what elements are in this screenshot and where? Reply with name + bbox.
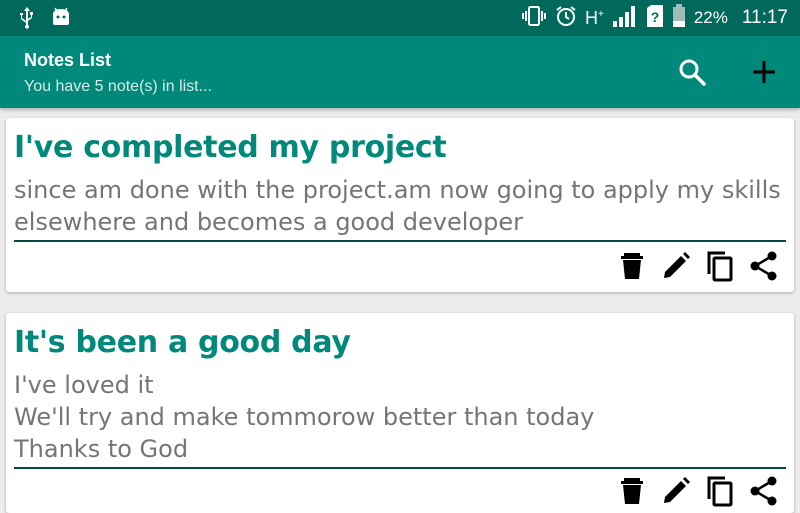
sim-unknown-icon: ? <box>646 4 664 32</box>
battery-percent: 22% <box>693 8 728 27</box>
alarm-icon <box>555 5 577 31</box>
copy-icon <box>707 251 733 282</box>
app-bar: Notes List You have 5 note(s) in list... <box>0 36 800 108</box>
delete-button[interactable] <box>616 250 648 282</box>
note-title: It's been a good day <box>14 325 351 360</box>
search-button[interactable] <box>676 56 708 88</box>
vibrate-icon <box>521 5 547 31</box>
share-icon <box>750 251 777 281</box>
network-type-label: H <box>584 7 598 28</box>
status-bar: H+ ? 22% 11:17 <box>0 0 800 36</box>
note-card[interactable]: I've completed my project since am done … <box>6 118 794 292</box>
note-title: I've completed my project <box>14 130 447 165</box>
app-subtitle: You have 5 note(s) in list... <box>24 78 212 95</box>
usb-icon <box>18 6 36 34</box>
edit-button[interactable] <box>660 250 692 282</box>
svg-text:?: ? <box>651 9 660 25</box>
delete-icon <box>621 253 643 279</box>
note-divider <box>14 467 786 469</box>
network-type-sup: + <box>597 8 604 20</box>
signal-icon <box>612 4 638 32</box>
battery-icon <box>672 4 686 32</box>
app-title: Notes List <box>24 50 112 70</box>
copy-button[interactable] <box>704 250 736 282</box>
add-note-button[interactable] <box>748 56 780 88</box>
note-body: I've loved it We'll try and make tommoro… <box>14 371 595 463</box>
status-time: 11:17 <box>741 7 788 28</box>
network-type-icon: H+ <box>585 8 604 29</box>
android-debug-icon <box>50 7 72 33</box>
note-card[interactable]: It's been a good day I've loved it We'll… <box>6 313 794 513</box>
note-divider <box>14 240 786 242</box>
note-actions <box>616 250 780 282</box>
add-icon <box>753 61 775 83</box>
edit-icon <box>664 252 690 278</box>
note-body: since am done with the project.am now go… <box>14 176 781 236</box>
search-icon <box>679 59 706 86</box>
share-button[interactable] <box>748 250 780 282</box>
